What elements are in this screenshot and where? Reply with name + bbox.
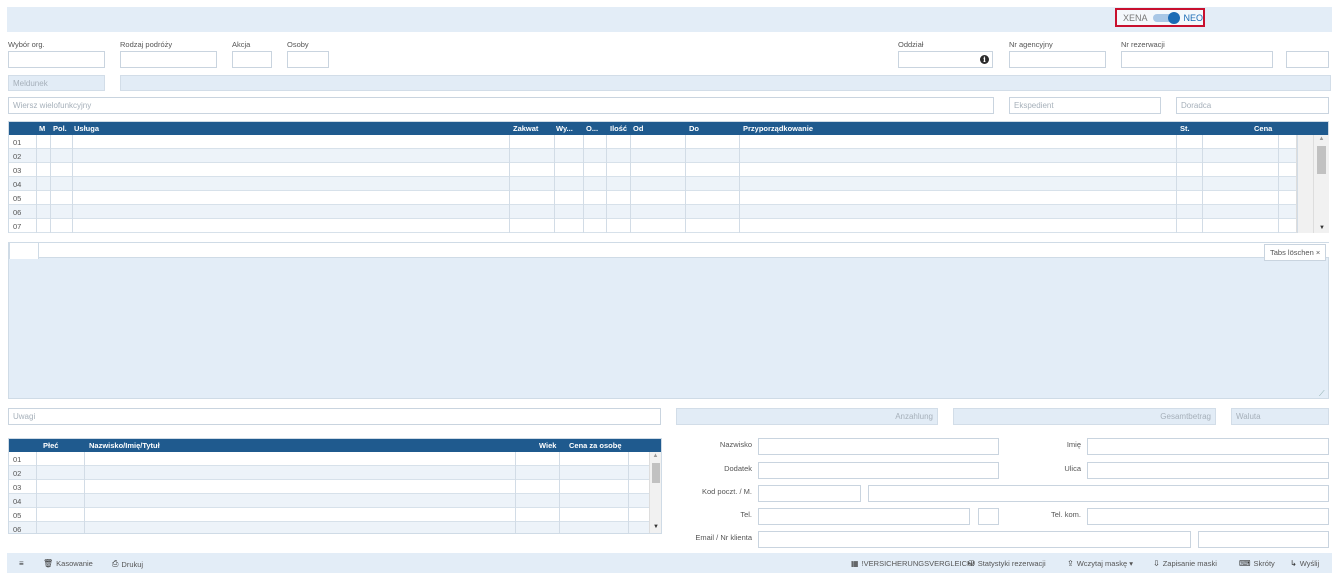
table-row[interactable]: 03: [9, 163, 1296, 177]
wybor-org-input[interactable]: [8, 51, 105, 68]
wybor-org-label: Wybór org.: [8, 40, 45, 49]
rodzaj-podrozy-input[interactable]: [120, 51, 217, 68]
nr-rezerwacji-input[interactable]: [1121, 51, 1273, 68]
stats-icon: ⛁: [968, 559, 975, 568]
skroty-button[interactable]: ⌨ Skróty: [1239, 559, 1275, 568]
ulica-label: Ulica: [1064, 464, 1081, 473]
service-table: M Pol. Usługa Zakwat Wy... O... Ilość Od…: [8, 121, 1329, 233]
upload-icon: ⇪: [1067, 559, 1074, 568]
tel-label: Tel.: [740, 510, 752, 519]
scroll-up-icon[interactable]: ▲: [1314, 135, 1329, 143]
oddzial-input[interactable]: i: [898, 51, 993, 68]
nr-agencyjny-label: Nr agencyjny: [1009, 40, 1053, 49]
wczytaj-maske-button[interactable]: ⇪ Wczytaj maskę ▾: [1067, 559, 1133, 568]
tel-kom-input[interactable]: [1087, 508, 1329, 525]
osoby-input[interactable]: [287, 51, 329, 68]
table-row[interactable]: 05: [9, 191, 1296, 205]
service-table-body: 01 02 03 04 05 06 07: [9, 135, 1296, 233]
service-table-header: M Pol. Usługa Zakwat Wy... O... Ilość Od…: [9, 122, 1328, 135]
nr-klienta-input[interactable]: [1198, 531, 1329, 548]
table-icon: ▦: [851, 559, 859, 568]
statystyki-button[interactable]: ⛁ Statystyki rezerwacji: [968, 559, 1046, 568]
tel-input[interactable]: [758, 508, 970, 525]
kasowanie-button[interactable]: 🗑 Kasowanie: [43, 559, 93, 568]
table-row[interactable]: 06: [9, 205, 1296, 219]
table-row[interactable]: 07: [9, 219, 1296, 233]
xena-neo-toggle[interactable]: XENA NEO: [1115, 8, 1205, 27]
tabs-clear-button[interactable]: Tabs löschen ×: [1264, 244, 1327, 261]
table-row[interactable]: 01: [9, 135, 1296, 149]
table-row[interactable]: 03: [9, 480, 649, 494]
toggle-switch[interactable]: [1152, 11, 1181, 24]
table-row[interactable]: 01: [9, 452, 649, 466]
persons-table-scrollbar[interactable]: ▲ ▼: [649, 452, 661, 533]
akcja-input[interactable]: [232, 51, 272, 68]
scroll-thumb[interactable]: [652, 463, 660, 483]
kod-pocztowy-input[interactable]: [758, 485, 861, 502]
tel-kom-label: Tel. kom.: [1050, 510, 1081, 519]
wyslij-button[interactable]: ↳ Wyślij: [1290, 559, 1319, 568]
rodzaj-podrozy-label: Rodzaj podróży: [120, 40, 173, 49]
menu-button[interactable]: ≡: [19, 559, 24, 568]
table-row[interactable]: 04: [9, 177, 1296, 191]
zapisanie-maski-button[interactable]: ⇩ Zapisanie maski: [1153, 559, 1217, 568]
scroll-thumb[interactable]: [1317, 146, 1326, 174]
tel-extra-input[interactable]: [978, 508, 999, 525]
osoby-label: Osoby: [287, 40, 309, 49]
toggle-neo-label: NEO: [1183, 12, 1203, 23]
versicherungsvergleich-button[interactable]: ▦ !VERSICHERUNGSVERGLEICH!: [851, 559, 975, 568]
meldunek-bar[interactable]: [120, 75, 1331, 91]
persons-table: Płeć Nazwisko/Imię/Tytuł Wiek Cena za os…: [8, 438, 662, 534]
info-icon[interactable]: i: [980, 55, 989, 64]
miejscowosc-input[interactable]: [868, 485, 1329, 502]
service-table-scrollbar[interactable]: ▲ ▼: [1296, 135, 1330, 233]
ekspedient-input[interactable]: Ekspedient: [1009, 97, 1161, 114]
oddzial-label: Oddział: [898, 40, 924, 49]
toggle-xena-label: XENA: [1123, 12, 1148, 23]
table-row[interactable]: 02: [9, 466, 649, 480]
footer-toolbar: ≡ 🗑 Kasowanie ⎙ Drukuj ▦ !VERSICHERUNGSV…: [7, 553, 1332, 573]
table-row[interactable]: 05: [9, 508, 649, 522]
persons-table-header: Płeć Nazwisko/Imię/Tytuł Wiek Cena za os…: [9, 439, 661, 452]
scroll-up-icon[interactable]: ▲: [650, 452, 661, 460]
akcja-label: Akcja: [232, 40, 251, 49]
resize-handle-icon[interactable]: ⟋: [1319, 389, 1325, 399]
download-icon: ⇩: [1153, 559, 1160, 568]
ulica-input[interactable]: [1087, 462, 1329, 479]
uwagi-input[interactable]: Uwagi: [8, 408, 661, 425]
gesamtbetrag-field: Gesamtbetrag: [953, 408, 1216, 425]
send-icon: ↳: [1290, 559, 1297, 568]
dodatek-input[interactable]: [758, 462, 999, 479]
table-row[interactable]: 06: [9, 522, 649, 533]
nazwisko-input[interactable]: [758, 438, 999, 455]
email-label: Email / Nr klienta: [695, 533, 752, 542]
extra-input[interactable]: [1286, 51, 1329, 68]
imie-label: Imię: [1066, 440, 1081, 449]
persons-table-body: 01 02 03 04 05 06: [9, 452, 649, 533]
drukuj-button[interactable]: ⎙ Drukuj: [112, 559, 143, 569]
meldunek-field[interactable]: Meldunek: [8, 75, 105, 91]
tab-panel: Tabs löschen × ⟋: [8, 242, 1329, 399]
anzahlung-field: Anzahlung: [676, 408, 938, 425]
table-row[interactable]: 04: [9, 494, 649, 508]
wiersz-wielofunkcyjny-input[interactable]: Wiersz wielofunkcyjny: [8, 97, 994, 114]
doradca-input[interactable]: Doradca: [1176, 97, 1329, 114]
waluta-field[interactable]: Waluta: [1231, 408, 1329, 425]
nr-agencyjny-input[interactable]: [1009, 51, 1106, 68]
dodatek-label: Dodatek: [724, 464, 752, 473]
email-input[interactable]: [758, 531, 1191, 548]
scroll-down-icon[interactable]: ▼: [650, 523, 661, 531]
table-row[interactable]: 02: [9, 149, 1296, 163]
tab-blank[interactable]: [9, 242, 39, 259]
kod-pocztowy-label: Kod poczt. / M.: [701, 487, 752, 496]
print-icon: ⎙: [112, 559, 119, 568]
nazwisko-label: Nazwisko: [719, 440, 752, 449]
nr-rezerwacji-label: Nr rezerwacji: [1121, 40, 1165, 49]
imie-input[interactable]: [1087, 438, 1329, 455]
menu-icon: ≡: [19, 559, 24, 568]
scroll-down-icon[interactable]: ▼: [1314, 224, 1330, 232]
trash-icon: 🗑: [43, 559, 54, 568]
keyboard-icon: ⌨: [1239, 559, 1251, 568]
